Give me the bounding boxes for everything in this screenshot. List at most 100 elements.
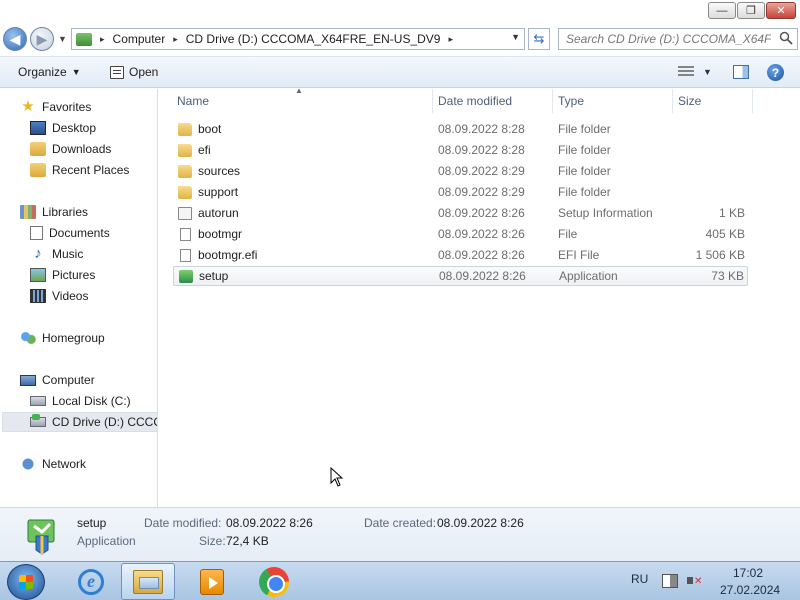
preview-pane-icon[interactable] — [733, 65, 749, 79]
open-button[interactable]: Open — [110, 65, 158, 79]
breadcrumb-computer[interactable]: Computer — [113, 32, 166, 46]
column-header-name[interactable]: Name — [172, 89, 433, 113]
nav-pictures[interactable]: Pictures — [30, 265, 95, 285]
column-header-date-modified[interactable]: Date modified — [433, 89, 553, 113]
view-options-dropdown[interactable]: ▼ — [703, 67, 712, 77]
refresh-button[interactable]: ⇆ — [528, 28, 550, 50]
nav-label: Videos — [52, 289, 89, 303]
search-box[interactable] — [558, 28, 798, 50]
minimize-button[interactable]: — — [708, 2, 736, 19]
taskbar-chrome[interactable] — [247, 563, 301, 600]
details-size-label: Size: — [199, 534, 226, 548]
cd-drive-icon — [76, 32, 92, 46]
nav-libraries[interactable]: Libraries — [20, 202, 88, 222]
table-row[interactable]: bootmgr.efi 08.09.2022 8:26 EFI File 1 5… — [173, 246, 748, 266]
table-row[interactable]: efi 08.09.2022 8:28 File folder — [173, 141, 748, 161]
details-pane: setup Application Date modified: 08.09.2… — [0, 507, 800, 561]
change-view-icon[interactable] — [678, 66, 694, 78]
nav-desktop[interactable]: Desktop — [30, 118, 96, 138]
table-row[interactable]: sources 08.09.2022 8:29 File folder — [173, 162, 748, 182]
nav-label: Computer — [42, 373, 95, 387]
file-type: File folder — [558, 122, 611, 136]
internet-explorer-icon: e — [78, 568, 104, 595]
table-row[interactable]: boot 08.09.2022 8:28 File folder — [173, 120, 748, 140]
open-icon — [110, 65, 124, 79]
navigation-row: ◀ ▶ ▼ ▸ Computer ▸ CD Drive (D:) CCCOMA_… — [0, 24, 800, 54]
nav-favorites[interactable]: ★ Favorites — [20, 97, 91, 117]
open-label: Open — [129, 65, 159, 79]
nav-downloads[interactable]: Downloads — [30, 139, 111, 159]
nav-label: Pictures — [52, 268, 96, 282]
command-bar: Organize ▼ Open ▼ ? — [0, 56, 800, 88]
clock-date[interactable]: 27.02.2024 — [720, 583, 780, 597]
search-icon[interactable] — [779, 31, 793, 45]
nav-recent-places[interactable]: Recent Places — [30, 160, 129, 180]
folder-icon — [178, 165, 192, 178]
table-row[interactable]: bootmgr 08.09.2022 8:26 File 405 KB — [173, 225, 748, 245]
nav-network[interactable]: Network — [20, 454, 86, 474]
taskbar-media-player[interactable] — [185, 563, 239, 600]
file-icon — [180, 228, 191, 241]
language-indicator[interactable]: RU — [631, 572, 648, 586]
taskbar-internet-explorer[interactable]: e — [64, 563, 118, 600]
file-type: File folder — [558, 185, 611, 199]
breadcrumb-cd-drive[interactable]: CD Drive (D:) CCCOMA_X64FRE_EN-US_DV9 — [186, 32, 441, 46]
clock-time[interactable]: 17:02 — [733, 566, 763, 580]
hard-disk-icon — [30, 396, 46, 406]
file-date: 08.09.2022 8:26 — [438, 206, 525, 220]
nav-documents[interactable]: Documents — [30, 223, 110, 243]
taskbar-windows-explorer[interactable] — [121, 563, 175, 600]
details-created-value: 08.09.2022 8:26 — [437, 516, 524, 530]
nav-local-disk[interactable]: Local Disk (C:) — [30, 391, 131, 411]
action-center-flag-icon[interactable] — [662, 574, 678, 588]
file-name: bootmgr.efi — [198, 248, 258, 262]
forward-button[interactable]: ▶ — [30, 27, 54, 51]
nav-cd-drive[interactable]: CD Drive (D:) CCCOMA_X64FRE_EN-US_DV9 — [2, 412, 157, 432]
file-date: 08.09.2022 8:26 — [439, 269, 526, 283]
file-date: 08.09.2022 8:26 — [438, 248, 525, 262]
address-bar[interactable]: ▸ Computer ▸ CD Drive (D:) CCCOMA_X64FRE… — [71, 28, 525, 50]
table-row-selected[interactable]: setup 08.09.2022 8:26 Application 73 KB — [173, 266, 748, 286]
details-file-name: setup — [77, 516, 107, 530]
window-controls: — ❐ ✕ — [708, 2, 796, 19]
breadcrumb-chevron-icon[interactable]: ▸ — [448, 34, 453, 45]
file-name: efi — [198, 143, 211, 157]
recent-pages-dropdown[interactable]: ▼ — [58, 34, 67, 44]
file-type: Setup Information — [558, 206, 653, 220]
pictures-icon — [30, 268, 46, 282]
libraries-icon — [20, 205, 36, 219]
nav-label: Documents — [49, 226, 110, 240]
nav-music[interactable]: ♪ Music — [30, 244, 83, 264]
downloads-folder-icon — [30, 142, 46, 156]
file-size: 1 KB — [718, 206, 745, 220]
search-input[interactable] — [559, 29, 771, 49]
nav-videos[interactable]: Videos — [30, 286, 88, 306]
table-row[interactable]: autorun 08.09.2022 8:26 Setup Informatio… — [173, 204, 748, 224]
breadcrumb-chevron-icon[interactable]: ▸ — [100, 34, 105, 45]
nav-homegroup[interactable]: Homegroup — [20, 328, 105, 348]
nav-label: Homegroup — [42, 331, 105, 345]
help-icon[interactable]: ? — [767, 64, 784, 81]
back-button[interactable]: ◀ — [3, 27, 27, 51]
organize-label: Organize — [18, 65, 67, 79]
file-name: bootmgr — [198, 227, 243, 241]
organize-button[interactable]: Organize ▼ — [18, 65, 81, 79]
maximize-button[interactable]: ❐ — [737, 2, 765, 19]
breadcrumb-chevron-icon[interactable]: ▸ — [173, 34, 178, 45]
setup-application-icon — [27, 519, 55, 555]
nav-label: Local Disk (C:) — [52, 394, 131, 408]
nav-computer[interactable]: Computer — [20, 370, 95, 390]
address-history-dropdown[interactable]: ▼ — [511, 32, 520, 42]
start-button[interactable] — [7, 564, 45, 600]
details-modified-value: 08.09.2022 8:26 — [226, 516, 313, 530]
file-date: 08.09.2022 8:29 — [438, 164, 525, 178]
table-row[interactable]: support 08.09.2022 8:29 File folder — [173, 183, 748, 203]
folder-icon — [178, 144, 192, 157]
close-button[interactable]: ✕ — [766, 2, 796, 19]
folder-icon — [178, 123, 192, 136]
column-header-type[interactable]: Type — [553, 89, 673, 113]
column-header-size[interactable]: Size — [673, 89, 753, 113]
details-created-label: Date created: — [364, 516, 437, 530]
nav-label: Libraries — [42, 205, 89, 219]
file-name: support — [198, 185, 239, 199]
